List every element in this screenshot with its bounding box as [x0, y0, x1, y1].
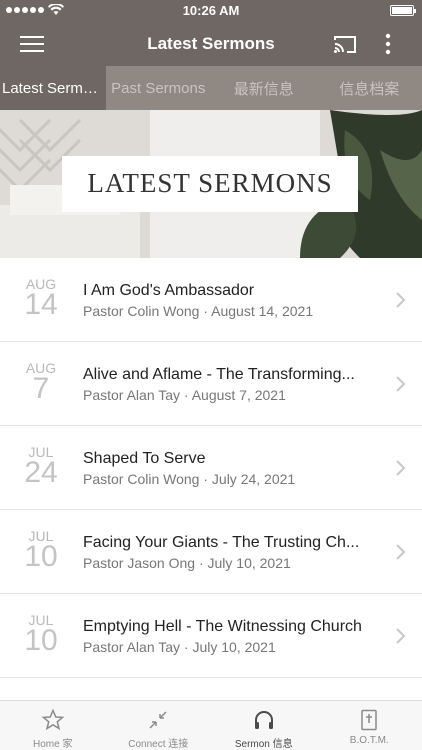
sermon-title: Facing Your Giants - The Trusting Ch... — [83, 534, 360, 551]
sermon-subtitle: Pastor Colin Wong · August 14, 2021 — [83, 303, 314, 319]
sermon-subtitle: Pastor Alan Tay · July 10, 2021 — [83, 639, 276, 655]
date-day: 7 — [32, 372, 50, 405]
page-title: Latest Sermons — [147, 34, 275, 53]
date-day: 24 — [24, 456, 58, 489]
sermon-subtitle: Pastor Alan Tay · August 7, 2021 — [83, 387, 286, 403]
banner-title: LATEST SERMONS — [87, 168, 333, 198]
date-day: 10 — [24, 540, 58, 573]
bottom-tab-botm[interactable]: B.O.T.M. — [317, 701, 422, 750]
nav-bar: Latest Sermons — [0, 22, 422, 66]
chevron-right-icon — [396, 544, 406, 560]
sermon-title: Alive and Aflame - The Transforming... — [83, 366, 355, 383]
sermon-subtitle: Pastor Jason Ong · July 10, 2021 — [83, 555, 291, 571]
sermon-title: I Am God's Ambassador — [83, 282, 255, 299]
bottom-tab-bar: Home 家 Connect 连接 Sermon 信息 B.O.T.M. — [0, 700, 422, 750]
status-time: 10:26 AM — [182, 3, 240, 18]
cast-icon[interactable] — [332, 32, 358, 56]
sermon-list: AUG 14 I Am God's Ambassador Pastor Coli… — [0, 258, 422, 704]
tab-message-archive-zh[interactable]: 信息档案 — [317, 66, 422, 110]
list-item[interactable]: JUL 10 Facing Your Giants - The Trusting… — [0, 510, 422, 594]
chevron-right-icon — [396, 292, 406, 308]
tab-past-sermons[interactable]: Past Sermons — [106, 66, 212, 110]
tab-latest-sermons[interactable]: Latest Sermo... — [0, 66, 106, 110]
bottom-tab-home[interactable]: Home 家 — [0, 701, 106, 750]
banner-image: LATEST SERMONS — [0, 110, 422, 258]
sermon-title: Emptying Hell - The Witnessing Church — [83, 618, 362, 635]
category-tabs: Latest Sermo... Past Sermons 最新信息 信息档案 — [0, 66, 422, 110]
tab-label: Past Sermons — [111, 79, 206, 97]
connect-arrows-icon — [149, 711, 167, 729]
tab-latest-messages-zh[interactable]: 最新信息 — [211, 66, 317, 110]
bible-icon — [361, 709, 377, 731]
chevron-right-icon — [396, 628, 406, 644]
headphones-icon — [254, 711, 273, 729]
bottom-tab-label: B.O.T.M. — [349, 735, 389, 746]
date-day: 14 — [24, 288, 58, 321]
date-day: 10 — [24, 624, 58, 657]
tab-label: 最新信息 — [233, 80, 294, 98]
list-item[interactable]: AUG 7 Alive and Aflame - The Transformin… — [0, 342, 422, 426]
sermon-title: Shaped To Serve — [83, 450, 206, 467]
bottom-tab-label: Home 家 — [33, 739, 73, 750]
list-item[interactable]: AUG 14 I Am God's Ambassador Pastor Coli… — [0, 258, 422, 342]
bottom-tab-sermon[interactable]: Sermon 信息 — [211, 701, 317, 750]
bottom-tab-connect[interactable]: Connect 连接 — [106, 701, 212, 750]
list-item[interactable]: JUL 10 Emptying Hell - The Witnessing Ch… — [0, 594, 422, 678]
status-bar: 10:26 AM — [0, 0, 422, 22]
sermon-subtitle: Pastor Colin Wong · July 24, 2021 — [83, 471, 296, 487]
tab-label: 信息档案 — [339, 80, 400, 98]
star-icon — [41, 708, 65, 731]
tab-label: Latest Sermo... — [2, 79, 104, 97]
list-item[interactable]: JUL 24 Shaped To Serve Pastor Colin Wong… — [0, 426, 422, 510]
more-options-icon[interactable] — [378, 32, 398, 56]
chevron-right-icon — [396, 460, 406, 476]
bottom-tab-label: Connect 连接 — [128, 739, 189, 750]
chevron-right-icon — [396, 376, 406, 392]
battery-icon — [390, 5, 416, 16]
bottom-tab-label: Sermon 信息 — [234, 739, 293, 750]
